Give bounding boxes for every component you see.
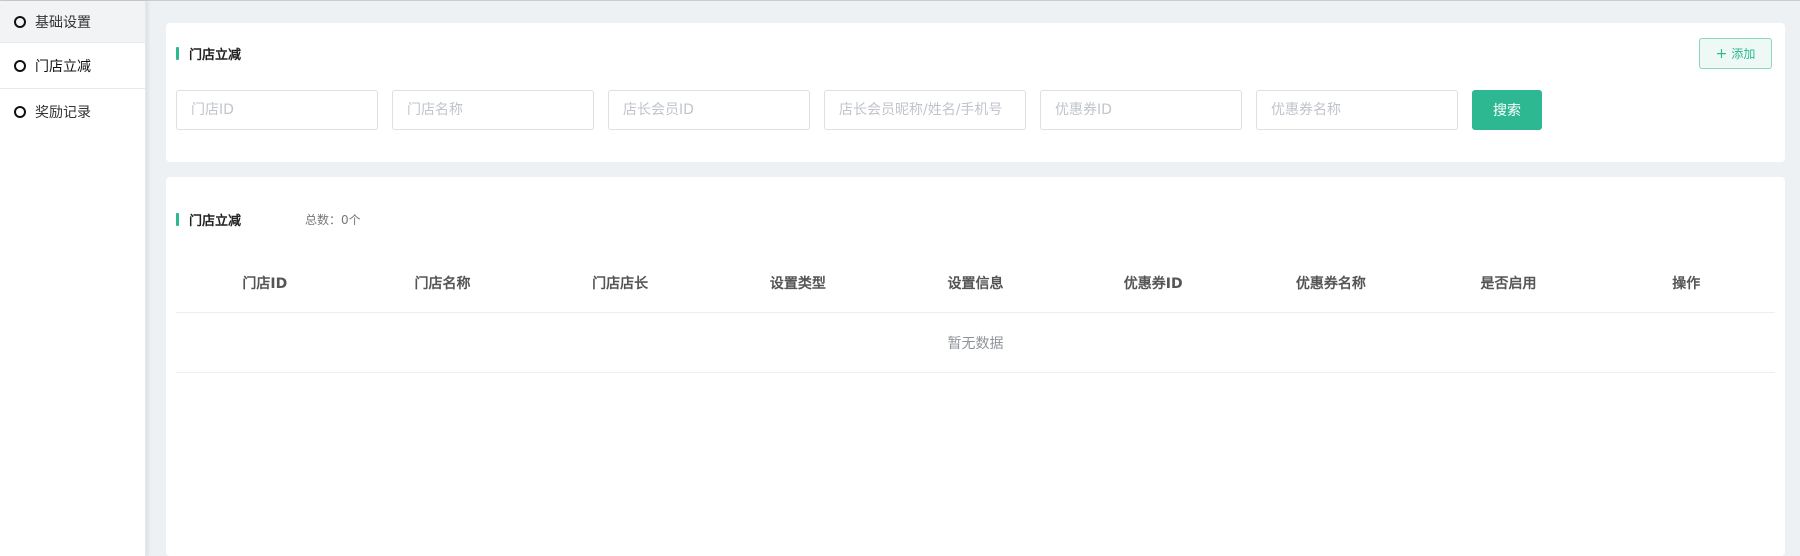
filter-card: 门店立减 + 添加 搜索 xyxy=(166,23,1785,162)
circle-icon xyxy=(14,59,26,72)
column-header-store-manager: 门店店长 xyxy=(592,275,649,292)
sidebar: 基础设置 门店立减 奖励记录 xyxy=(0,1,146,556)
store-id-input[interactable] xyxy=(176,90,378,130)
column-header-actions: 操作 xyxy=(1672,275,1701,292)
sidebar-item-store-discount[interactable]: 门店立减 xyxy=(0,43,145,89)
top-border xyxy=(0,0,1800,1)
add-button-label: 添加 xyxy=(1731,47,1756,61)
column-header-coupon-name: 优惠券名称 xyxy=(1295,275,1366,292)
search-button[interactable]: 搜索 xyxy=(1472,90,1542,130)
plus-icon: + xyxy=(1715,45,1728,62)
section-title: 门店立减 xyxy=(176,44,241,63)
add-button[interactable]: + 添加 xyxy=(1699,38,1772,69)
section-title-text: 门店立减 xyxy=(189,214,242,229)
sidebar-item-reward-records[interactable]: 奖励记录 xyxy=(0,89,145,135)
column-header-store-id: 门店ID xyxy=(242,275,288,292)
sidebar-item-label: 门店立减 xyxy=(35,58,91,75)
title-accent-bar xyxy=(176,47,179,60)
circle-icon xyxy=(14,15,26,28)
sidebar-item-label: 奖励记录 xyxy=(35,105,91,121)
sidebar-item-label: 基础设置 xyxy=(35,14,91,31)
data-table: 门店ID 门店名称 门店店长 设置类型 设置信息 优惠券ID 优惠券名称 是否启… xyxy=(176,253,1775,373)
column-header-coupon-id: 优惠券ID xyxy=(1123,275,1183,292)
title-accent-bar xyxy=(176,213,179,226)
column-header-store-name: 门店名称 xyxy=(414,275,471,292)
section-title-text: 门店立减 xyxy=(189,48,242,63)
filter-row: 搜索 xyxy=(176,90,1542,130)
store-name-input[interactable] xyxy=(392,90,594,130)
manager-member-id-input[interactable] xyxy=(608,90,810,130)
sidebar-item-basic-settings[interactable]: 基础设置 xyxy=(0,1,145,43)
column-header-enabled: 是否启用 xyxy=(1480,275,1537,292)
manager-member-info-input[interactable] xyxy=(824,90,1026,130)
list-card: 门店立减 总数：0个 门店ID 门店名称 门店店长 设置类型 设置信息 优惠券I… xyxy=(166,177,1785,556)
circle-icon xyxy=(14,106,26,118)
section-title: 门店立减 xyxy=(176,210,241,229)
empty-state: 暂无数据 xyxy=(176,313,1775,373)
total-count: 总数：0个 xyxy=(305,213,361,227)
coupon-name-input[interactable] xyxy=(1256,90,1458,130)
column-header-setting-info: 设置信息 xyxy=(947,275,1004,292)
table-header: 门店ID 门店名称 门店店长 设置类型 设置信息 优惠券ID 优惠券名称 是否启… xyxy=(176,253,1775,313)
column-header-setting-type: 设置类型 xyxy=(769,275,826,292)
coupon-id-input[interactable] xyxy=(1040,90,1242,130)
